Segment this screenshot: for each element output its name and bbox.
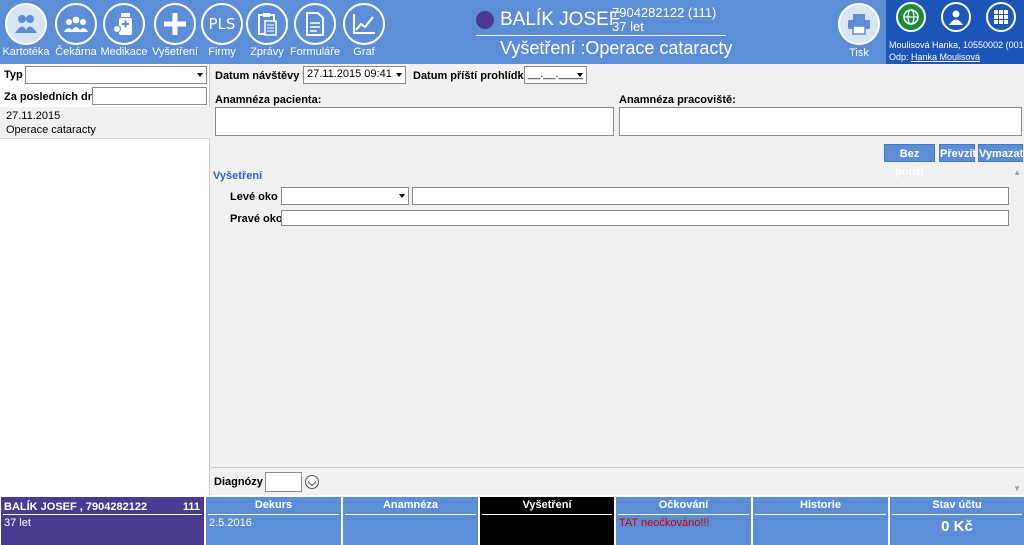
header-divider	[476, 35, 726, 36]
responsible-person: Odp: Hanka Moulisová	[889, 52, 980, 62]
kartoteka-button[interactable]: Kartotéka	[2, 0, 50, 64]
vaccination-tab-label: Očkování	[658, 499, 709, 511]
right-eye-input[interactable]	[281, 210, 1009, 226]
account-balance-label: Stav účtu	[932, 499, 982, 511]
left-history-pane: Typ Za posledních dní 27.11.2015 Operace…	[0, 64, 210, 495]
page-title: Vyšetření :Operace cataracty	[500, 38, 733, 58]
patient-anamnesis-input[interactable]	[215, 107, 614, 136]
plus-icon	[154, 3, 196, 45]
scroll-up-icon[interactable]: ▲	[1013, 168, 1021, 177]
next-visit-label: Datum příští prohlídky	[413, 70, 530, 82]
next-visit-value: __.__.____	[528, 68, 584, 80]
printer-icon	[838, 3, 880, 45]
top-toolbar: Kartotéka Čekárna Medikace Vyšetření PLS…	[0, 0, 1024, 64]
visit-date-label: Datum návštěvy *	[215, 70, 307, 82]
patient-status-dot	[476, 11, 494, 29]
formulare-button[interactable]: Formuláře	[290, 0, 340, 64]
chevron-down-icon	[577, 73, 583, 77]
panel-divider	[892, 514, 1022, 515]
apps-grid-icon[interactable]	[986, 2, 1016, 32]
panel-divider	[755, 514, 886, 515]
exam-tab-label: Vyšetření	[522, 499, 572, 511]
patient-name: BALÍK JOSEF	[500, 9, 621, 30]
diagnosis-label: Diagnózy	[214, 476, 263, 488]
users-icon	[5, 3, 47, 45]
chart-icon	[343, 3, 385, 45]
patient-summary-age: 37 let	[4, 517, 31, 529]
anamnesis-tab[interactable]: Anamnéza	[343, 497, 478, 545]
diagnosis-divider	[211, 467, 1024, 468]
workplace-anamnesis-label: Anamnéza pracoviště:	[619, 94, 736, 106]
visit-date-value: 27.11.2015 09:41	[307, 68, 392, 80]
scroll-down-icon[interactable]: ▼	[1013, 484, 1021, 493]
patient-summary-code: 111	[182, 501, 200, 513]
medication-icon	[103, 3, 145, 45]
exam-form: Datum návštěvy * 27.11.2015 09:41 Datum …	[211, 64, 1024, 495]
user-panel: Moulisová Hanka, 10550002 (001) Odp: Han…	[886, 0, 1024, 64]
no-problems-button[interactable]: Bez potíží	[884, 144, 935, 178]
history-tab-label: Historie	[800, 499, 841, 511]
account-balance-value: 0 Kč	[941, 518, 973, 535]
graf-label: Graf	[353, 46, 375, 58]
recent-days-label: Za posledních dní	[4, 91, 98, 103]
next-visit-picker[interactable]: __.__.____	[524, 66, 587, 84]
left-eye-label: Levé oko	[230, 191, 278, 203]
type-select[interactable]	[25, 66, 207, 84]
panel-divider	[482, 514, 612, 515]
responsible-label: Odp:	[889, 52, 909, 62]
medikace-button[interactable]: Medikace	[100, 0, 148, 64]
pls-icon: PLS	[201, 3, 243, 45]
type-label: Typ	[4, 69, 23, 81]
patient-summary-name: BALÍK JOSEF , 7904282122	[4, 501, 148, 513]
patient-age: 37 let	[612, 19, 644, 34]
logged-user-name: Moulisová Hanka, 10550002 (001)	[889, 40, 1024, 50]
document-icon	[294, 3, 336, 45]
panel-divider	[345, 514, 476, 515]
recent-days-input[interactable]	[92, 87, 207, 105]
waiting-room-icon	[55, 3, 97, 45]
history-list-item[interactable]: 27.11.2015 Operace cataracty	[0, 107, 210, 139]
panel-divider	[208, 514, 339, 515]
expand-circle-icon[interactable]	[305, 475, 319, 489]
patient-header: BALÍK JOSEF 7904282122 (111) 37 let Vyše…	[476, 3, 836, 63]
history-item-description: Operace cataracty	[6, 124, 96, 136]
patient-anamnesis-label: Anamnéza pacienta:	[215, 94, 322, 106]
exam-section-title: Vyšetření	[213, 170, 263, 182]
bottom-summary-strip: BALÍK JOSEF , 7904282122 111 37 let Deku…	[0, 495, 1024, 545]
print-button[interactable]: Tisk	[835, 0, 883, 64]
exam-tab-active[interactable]: Vyšetření	[480, 497, 614, 545]
graf-button[interactable]: Graf	[342, 0, 386, 64]
history-item-date: 27.11.2015	[6, 110, 61, 122]
chevron-down-icon	[396, 73, 402, 77]
right-eye-label: Pravé oko	[230, 213, 283, 225]
patient-summary-panel[interactable]: BALÍK JOSEF , 7904282122 111 37 let	[1, 497, 204, 545]
panel-divider	[3, 514, 202, 515]
decurs-tab-label: Dekurs	[254, 499, 293, 511]
print-label: Tisk	[849, 47, 869, 59]
panel-divider	[618, 514, 749, 515]
patient-id: 7904282122 (111)	[612, 5, 717, 20]
clipboard-icon	[246, 3, 288, 45]
vaccination-warning: TAT neočkováno!!!	[619, 517, 710, 529]
vaccination-tab[interactable]: Očkování TAT neočkováno!!!	[616, 497, 751, 545]
diagnosis-input[interactable]	[265, 472, 302, 492]
workplace-anamnesis-input[interactable]	[619, 107, 1022, 136]
clear-button[interactable]: Vymazat	[978, 144, 1023, 162]
decurs-tab[interactable]: Dekurs 2.5.2016	[206, 497, 341, 545]
chevron-down-icon	[399, 194, 405, 198]
visit-date-picker[interactable]: 27.11.2015 09:41	[303, 66, 406, 84]
user-profile-icon[interactable]	[941, 2, 971, 32]
account-balance-tab[interactable]: Stav účtu 0 Kč	[890, 497, 1024, 545]
pls-icon-text: PLS	[208, 15, 236, 33]
responsible-link[interactable]: Hanka Moulisová	[911, 52, 980, 62]
globe-icon[interactable]	[896, 2, 926, 32]
anamnesis-tab-label: Anamnéza	[382, 499, 439, 511]
visit-date-label-text: Datum návštěvy	[215, 70, 300, 82]
left-eye-input[interactable]	[412, 187, 1009, 205]
decurs-tab-value: 2.5.2016	[209, 517, 252, 529]
transfer-button[interactable]: Převzít	[939, 144, 976, 162]
left-eye-select[interactable]	[281, 187, 409, 205]
history-tab[interactable]: Historie	[753, 497, 888, 545]
chevron-down-icon	[197, 73, 203, 77]
